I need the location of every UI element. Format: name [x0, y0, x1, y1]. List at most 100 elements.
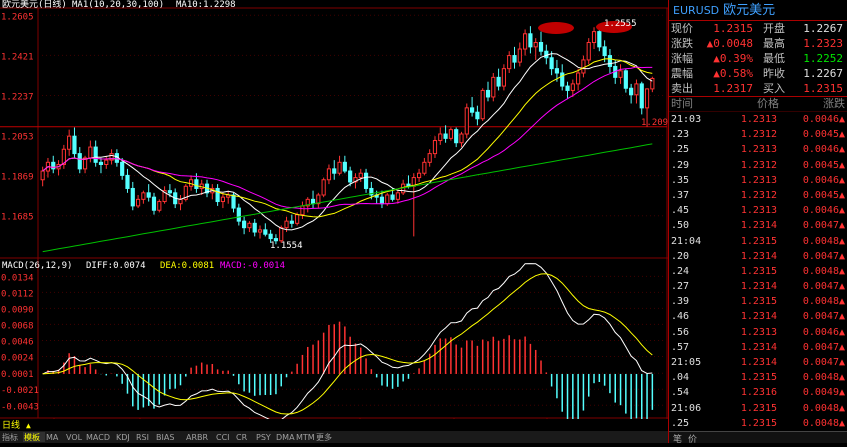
- indicator-tab[interactable]: RSI: [136, 433, 149, 442]
- quote-label: 现价: [671, 22, 693, 35]
- candle: [576, 72, 581, 85]
- candle: [427, 153, 432, 163]
- tick-time: .35: [671, 174, 690, 186]
- candle: [395, 192, 400, 200]
- tick-row: .24 1.2315 0.0048▲: [669, 264, 847, 279]
- quote-value: 1.2267: [803, 67, 843, 80]
- candle: [151, 196, 157, 211]
- tick-change: 0.0046▲: [802, 144, 845, 156]
- candle: [438, 133, 443, 142]
- tick-change: 0.0046▲: [802, 174, 845, 186]
- tick-row: 21:06 1.2315 0.0048▲: [669, 401, 847, 416]
- candle: [480, 89, 485, 120]
- indicator-tab[interactable]: CR: [236, 433, 248, 442]
- tick-header: 时间 价格 涨跌: [669, 97, 847, 112]
- candle: [517, 48, 522, 63]
- price-axis-label: 1.1869: [1, 173, 34, 183]
- candle: [512, 55, 517, 63]
- tick-change: 0.0047▲: [802, 311, 845, 323]
- indicator-tab[interactable]: MACD: [86, 433, 110, 442]
- indicator-tab[interactable]: CCI: [216, 433, 230, 442]
- tick-time: .27: [671, 281, 690, 293]
- tick-price: 1.2313: [740, 114, 777, 125]
- kline-chart-svg[interactable]: 1.2605 1.2421 1.2237 1.2053 1.1869 1.1685 0.01…: [0, 0, 674, 443]
- quote-row: 涨幅 ▲0.39% 最低 1.2252: [669, 51, 847, 66]
- indicator-tab[interactable]: VOL: [66, 433, 83, 442]
- candle: [623, 70, 628, 89]
- candle: [485, 89, 491, 98]
- candle: [348, 170, 353, 183]
- candle: [629, 87, 634, 96]
- tick-time: .37: [671, 189, 690, 201]
- footer-tab-0[interactable]: 笔: [673, 432, 682, 445]
- candle: [644, 88, 650, 109]
- indicator-tab[interactable]: 指标: [2, 432, 18, 442]
- tick-price: 1.2315: [740, 235, 777, 247]
- candle: [167, 190, 172, 194]
- macd-diff: DIFF:0.0074: [86, 261, 146, 271]
- tick-price: 1.2314: [740, 250, 777, 262]
- indicator-tab[interactable]: DMA: [276, 433, 295, 442]
- indicator-tab[interactable]: 模板: [24, 432, 40, 442]
- candle: [98, 161, 104, 165]
- tick-row: .39 1.2315 0.0048▲: [669, 294, 847, 309]
- period-tab[interactable]: 日线: [2, 419, 20, 431]
- candle: [464, 107, 469, 135]
- indicator-tabs[interactable]: 指标 模板 MA VOL MACD KDJ RSI BIAS ARBR CCI CR PSY DMA MT…: [2, 432, 332, 442]
- tick-time: .20: [671, 250, 690, 262]
- chart-period: (日线): [38, 0, 67, 10]
- candle: [279, 227, 284, 242]
- quote-grid: 现价 1.2315 开盘 1.2267 涨跌 ▲0.0048 最高 1.2323 涨幅 ▲0.39…: [669, 21, 847, 97]
- price-axis-label: 1.2605: [1, 12, 34, 22]
- kline-chart-area[interactable]: 1.2605 1.2421 1.2237 1.2053 1.1869 1.1685 0.01…: [0, 0, 674, 443]
- candle: [295, 214, 300, 224]
- tick-list[interactable]: 21:03 1.2313 0.0046▲ .23 1.2312 0.0045▲ .25 1.2…: [669, 112, 847, 431]
- candle: [310, 198, 316, 205]
- indicator-tab[interactable]: MTM: [296, 433, 315, 442]
- indicator-tab[interactable]: KDJ: [116, 433, 130, 442]
- tick-time-header: 时间: [671, 97, 693, 110]
- quote-row: 卖出 1.2317 买入 1.2315: [669, 81, 847, 96]
- candle: [284, 220, 289, 229]
- chart-title: 欧元美元: [2, 0, 38, 10]
- indicator-tab[interactable]: 更多: [316, 432, 332, 442]
- tick-time: 21:03: [671, 114, 702, 125]
- footer-tab-1[interactable]: 价: [688, 432, 697, 445]
- tick-change: 0.0045▲: [802, 129, 845, 141]
- candle: [289, 220, 294, 224]
- tick-change: 0.0048▲: [802, 265, 845, 277]
- tick-time: .45: [671, 205, 690, 217]
- quote-label: 昨收: [763, 67, 785, 80]
- candle: [337, 161, 342, 174]
- indicator-tab[interactable]: PSY: [256, 433, 271, 442]
- macd-axis-label: 0.0134: [1, 273, 34, 283]
- candle: [634, 83, 639, 96]
- tick-row: .35 1.2313 0.0046▲: [669, 173, 847, 188]
- tick-row: .45 1.2313 0.0046▲: [669, 203, 847, 218]
- indicator-tab[interactable]: MA: [46, 433, 59, 442]
- tick-row: .50 1.2314 0.0047▲: [669, 218, 847, 233]
- candle: [332, 168, 337, 174]
- candle: [607, 55, 613, 67]
- candle: [533, 42, 538, 48]
- period-arrow-icon[interactable]: ▲: [26, 421, 31, 430]
- tick-row: .46 1.2314 0.0047▲: [669, 309, 847, 324]
- candle: [432, 140, 438, 155]
- tick-time: .04: [671, 372, 690, 384]
- candle: [491, 76, 496, 98]
- candle: [88, 146, 93, 159]
- tick-price: 1.2315: [740, 265, 777, 277]
- tick-change: 0.0049▲: [802, 387, 845, 399]
- tick-price: 1.2313: [740, 205, 777, 217]
- candle: [157, 201, 162, 211]
- tick-time: .54: [671, 387, 690, 399]
- tick-row: 21:05 1.2314 0.0047▲: [669, 355, 847, 370]
- candle: [501, 68, 506, 87]
- macd-value: MACD:-0.0014: [220, 261, 285, 271]
- quote-label: 卖出: [671, 82, 693, 95]
- candle: [252, 222, 257, 233]
- tick-change: 0.0047▲: [802, 341, 845, 353]
- indicator-tab[interactable]: ARBR: [186, 433, 209, 442]
- indicator-tab[interactable]: BIAS: [156, 433, 174, 442]
- candle: [342, 161, 347, 172]
